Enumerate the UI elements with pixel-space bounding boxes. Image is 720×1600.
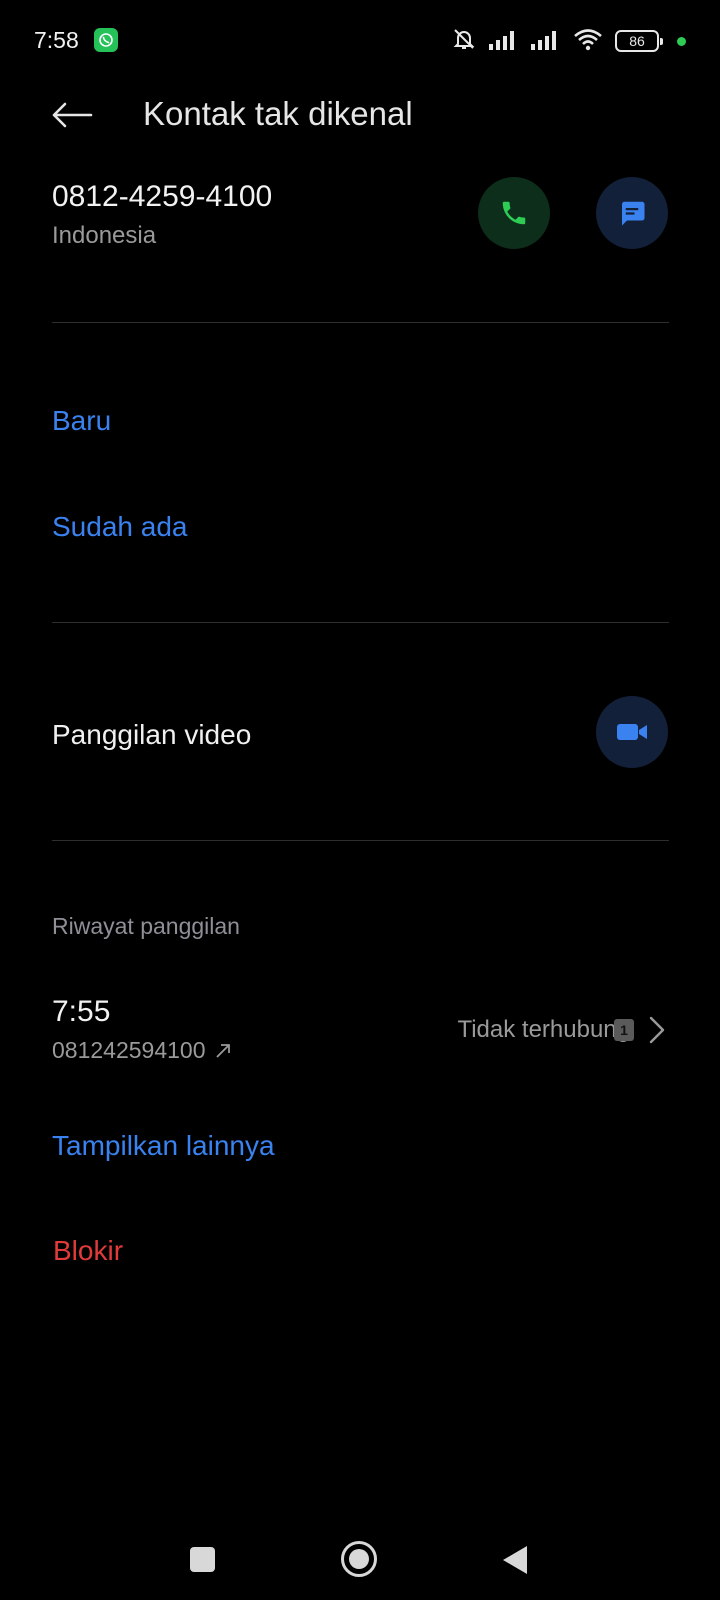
video-call-button[interactable] [596,696,668,768]
wifi-icon [573,27,603,56]
phone-icon [502,201,526,225]
existing-contact-link[interactable]: Sudah ada [52,511,187,543]
show-more-link[interactable]: Tampilkan lainnya [52,1130,275,1162]
divider [52,840,669,841]
status-time: 7:58 [34,27,79,53]
new-contact-link[interactable]: Baru [52,405,111,437]
call-time: 7:55 [52,995,111,1028]
header: Kontak tak dikenal [0,80,720,150]
contact-country: Indonesia [52,222,157,249]
status-icons: 86 [451,28,686,54]
outgoing-arrow-icon [215,1043,230,1058]
signal-icon [489,28,519,55]
mute-bell-icon [451,26,477,57]
home-icon [349,1549,369,1569]
call-button[interactable] [478,177,550,249]
navigation-bar [0,1520,720,1600]
battery-icon: 86 [615,30,663,52]
privacy-indicator-dot [677,36,686,46]
divider [52,622,669,623]
home-button[interactable] [341,1541,377,1577]
call-number-row: 081242594100 [52,1037,232,1064]
call-number: 081242594100 [52,1037,206,1063]
message-icon [622,201,645,226]
call-history-heading: Riwayat panggilan [52,913,240,939]
divider [52,322,669,323]
sim-icon: 1 [614,1019,634,1041]
recents-button[interactable] [190,1547,215,1572]
whatsapp-icon [94,28,118,52]
back-button[interactable] [46,92,98,138]
contact-number: 0812-4259-4100 [52,180,273,213]
status-bar: 7:58 86 [0,0,720,80]
block-button[interactable]: Blokir [53,1235,123,1267]
call-status: Tidak terhubung [457,1016,630,1043]
signal-icon [531,28,561,55]
video-call-label[interactable]: Panggilan video [52,719,251,751]
chevron-right-icon [649,1016,665,1044]
message-button[interactable] [596,177,668,249]
page-title: Kontak tak dikenal [143,95,413,132]
nav-back-button[interactable] [503,1546,527,1574]
video-camera-icon [617,724,647,740]
arrow-left-icon [52,102,93,128]
